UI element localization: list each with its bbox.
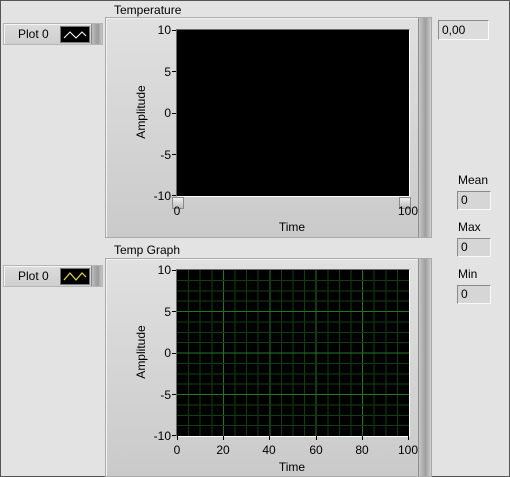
y-tick-label: 0 bbox=[164, 346, 171, 360]
mean-indicator: 0 bbox=[457, 191, 491, 210]
line-style-swatch-icon[interactable] bbox=[60, 26, 90, 43]
max-label: Max bbox=[458, 220, 481, 234]
plot-grid bbox=[177, 270, 409, 436]
x-tick-label: 100 bbox=[397, 204, 419, 218]
plot-legend-label: Plot 0 bbox=[18, 27, 49, 41]
y-axis-label: Amplitude bbox=[134, 85, 148, 139]
plot-legend-label: Plot 0 bbox=[18, 269, 49, 283]
x-tick-label: 60 bbox=[309, 443, 323, 457]
graph-title-temp-graph: Temp Graph bbox=[114, 243, 181, 257]
plot-area-temp-graph[interactable] bbox=[176, 269, 410, 437]
min-indicator: 0 bbox=[457, 285, 491, 304]
max-indicator: 0 bbox=[457, 238, 491, 257]
x-tick-label: 40 bbox=[262, 443, 276, 457]
x-axis-label: Time bbox=[278, 460, 306, 474]
y-tick-label: 5 bbox=[164, 65, 171, 79]
y-tick-label: -10 bbox=[153, 189, 171, 203]
y-tick-label: -5 bbox=[160, 388, 171, 402]
y-tick-label: -10 bbox=[153, 429, 171, 443]
legend-resize-handle[interactable] bbox=[91, 24, 102, 44]
plot-legend-bottom[interactable]: Plot 0 bbox=[3, 265, 103, 287]
y-tick-label: 0 bbox=[164, 106, 171, 120]
line-style-swatch-icon[interactable] bbox=[60, 268, 90, 285]
y-tick-label: 5 bbox=[164, 305, 171, 319]
y-tick-label: -5 bbox=[160, 148, 171, 162]
mean-label: Mean bbox=[458, 173, 489, 187]
y-axis-label: Amplitude bbox=[134, 325, 148, 379]
x-tick-label: 20 bbox=[216, 443, 230, 457]
vi-front-panel: Plot 0 Temperature 10 5 0 -5 -10 Amplitu… bbox=[0, 0, 510, 477]
temperature-numeric-indicator: 0,00 bbox=[438, 20, 489, 40]
plot-area-temperature[interactable] bbox=[176, 29, 410, 197]
legend-resize-handle[interactable] bbox=[91, 266, 102, 286]
x-tick-label: 100 bbox=[397, 443, 419, 457]
plot-legend-top[interactable]: Plot 0 bbox=[3, 23, 103, 45]
x-tick-label: 0 bbox=[173, 443, 181, 457]
x-tick-label: 80 bbox=[355, 443, 369, 457]
x-axis-label: Time bbox=[278, 220, 306, 234]
y-tick-label: 10 bbox=[157, 263, 171, 277]
x-tick-label: 0 bbox=[173, 204, 181, 218]
chart-title-temperature: Temperature bbox=[114, 3, 182, 17]
y-tick-label: 10 bbox=[157, 23, 171, 37]
min-label: Min bbox=[458, 267, 478, 281]
